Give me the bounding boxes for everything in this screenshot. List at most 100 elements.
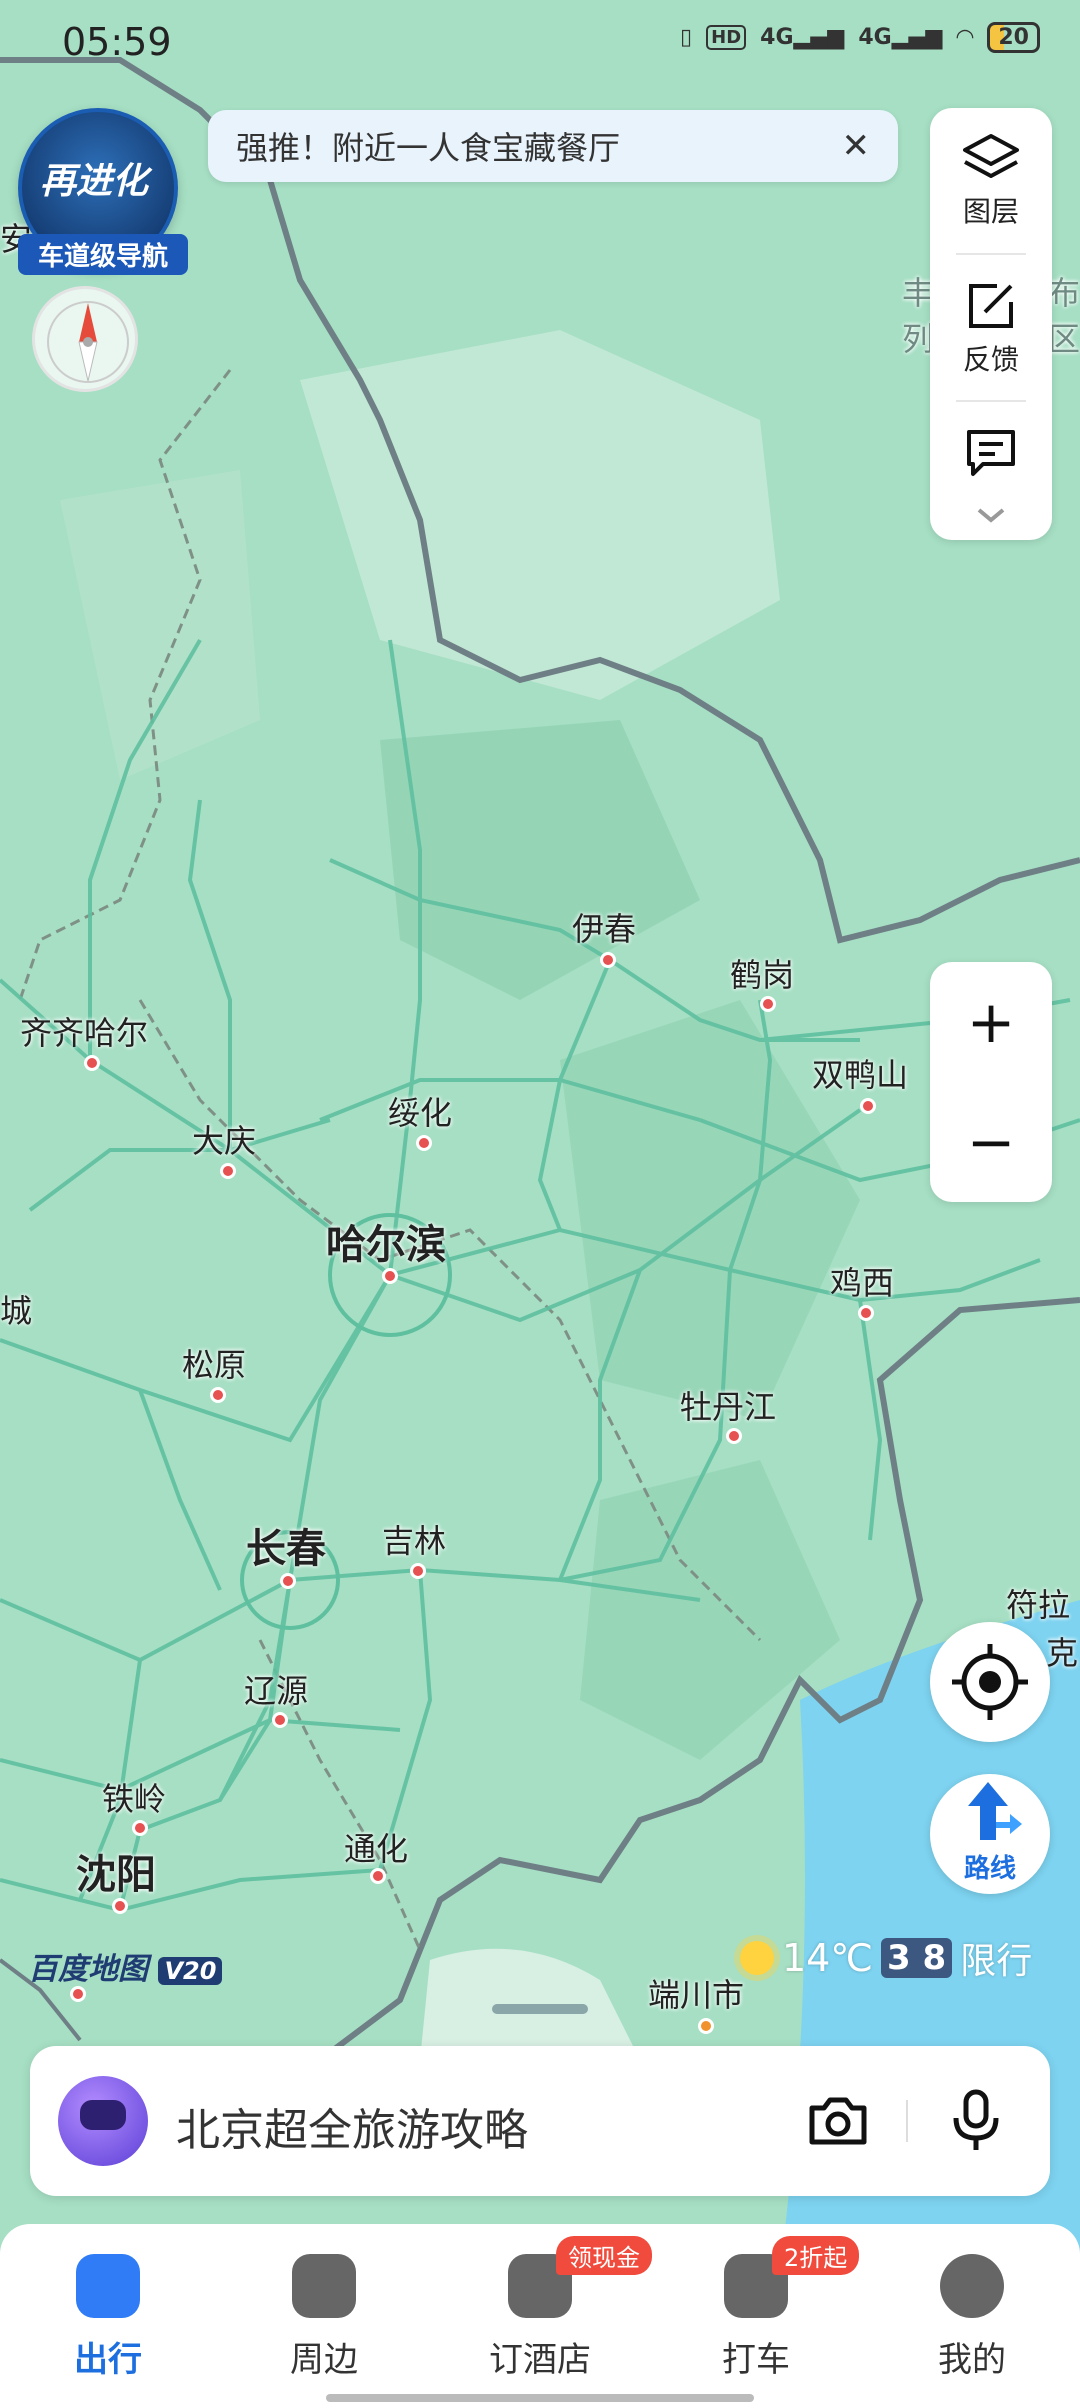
assistant-face-icon (80, 2100, 126, 2130)
tab-travel[interactable]: 出行 (28, 2254, 188, 2381)
promo-badge: 2折起 (772, 2236, 860, 2275)
map-label-daqing[interactable]: 大庆 (192, 1116, 256, 1162)
wifi-icon: ◠ (956, 25, 974, 50)
divider (956, 400, 1026, 402)
city-marker[interactable] (410, 1563, 426, 1579)
city-marker[interactable] (760, 996, 776, 1012)
map-tools-panel: 图层 反馈 (930, 108, 1052, 540)
layers-label: 图层 (962, 195, 1019, 228)
map-label-fula[interactable]: 符拉 (1006, 1580, 1070, 1626)
drag-handle[interactable] (492, 2004, 588, 2014)
vibrate-icon: ▯ (680, 25, 693, 50)
layers-icon (963, 134, 1019, 178)
assistant-avatar[interactable] (58, 2076, 148, 2166)
map-label-cheng[interactable]: 城 (0, 1286, 32, 1332)
hd-icon: HD (706, 25, 747, 50)
zoom-out-button[interactable]: − (930, 1082, 1052, 1202)
signal-icon: 4G▂▄▆ (760, 25, 845, 50)
temperature: 14℃ (782, 1936, 874, 1980)
search-bar[interactable]: 北京超全旅游攻略 (30, 2046, 1050, 2196)
map-label-ke[interactable]: 克 (1046, 1628, 1078, 1674)
tab-taxi[interactable]: 2折起 打车 (676, 2236, 860, 2381)
city-marker[interactable] (280, 1573, 296, 1589)
crosshair-icon (952, 1644, 1028, 1720)
city-marker[interactable] (220, 1163, 236, 1179)
city-marker[interactable] (84, 1055, 100, 1071)
map-label-songyuan[interactable]: 松原 (182, 1340, 246, 1386)
battery-icon: 20 (987, 22, 1040, 53)
city-marker[interactable] (600, 952, 616, 968)
zoom-in-button[interactable]: + (930, 962, 1052, 1082)
watermark-text: 百度地图 (28, 1952, 148, 1987)
route-arrow-icon (968, 1782, 1022, 1840)
city-marker[interactable] (858, 1305, 874, 1321)
compass-button[interactable] (32, 286, 138, 392)
map-label-jixi[interactable]: 鸡西 (830, 1258, 894, 1304)
map-label-tonghua[interactable]: 通化 (344, 1824, 408, 1870)
map-label-liaoyuan[interactable]: 辽源 (244, 1666, 308, 1712)
city-marker[interactable] (132, 1820, 148, 1836)
city-marker[interactable] (370, 1868, 386, 1884)
layers-button[interactable]: 图层 (930, 130, 1052, 230)
travel-icon (76, 2254, 140, 2318)
map-label-jilin[interactable]: 吉林 (382, 1516, 446, 1562)
edit-icon (969, 284, 1013, 328)
tab-label: 订酒店 (489, 2340, 591, 2380)
map-label-tieling[interactable]: 铁岭 (102, 1774, 166, 1820)
profile-icon (940, 2254, 1004, 2318)
close-icon[interactable]: ✕ (842, 126, 871, 166)
city-marker[interactable] (860, 1098, 876, 1114)
map-label-shenyang[interactable]: 沈阳 (76, 1842, 156, 1900)
map-label-hegang[interactable]: 鹤岗 (730, 950, 794, 996)
map-app: 伊春 鹤岗 齐齐哈尔 绥化 双鸭山 大庆 哈尔滨 鸡西 城 松原 牡丹江 长春 … (0, 0, 1080, 2408)
promo-text[interactable]: 强推！附近一人食宝藏餐厅 (236, 123, 842, 169)
home-indicator[interactable] (326, 2394, 754, 2402)
restriction-plate: 3 8 (881, 1938, 953, 1978)
city-marker[interactable] (416, 1135, 432, 1151)
city-marker[interactable] (70, 1986, 86, 2002)
sun-icon (740, 1941, 774, 1975)
compass-icon (47, 301, 129, 383)
camera-icon[interactable] (806, 2090, 870, 2150)
route-button[interactable]: 路线 (930, 1774, 1050, 1894)
map-label-shuangyashan[interactable]: 双鸭山 (812, 1050, 908, 1096)
divider (906, 2100, 908, 2142)
signal-icon: 4G▂▄▆ (858, 25, 943, 50)
city-marker[interactable] (112, 1898, 128, 1914)
message-button[interactable] (930, 424, 1052, 480)
map-label-qu[interactable]: 区 (1048, 314, 1080, 360)
promo-badge: 领现金 (556, 2236, 652, 2275)
map-label-qiqihar[interactable]: 齐齐哈尔 (20, 1008, 148, 1054)
tab-nearby[interactable]: 周边 (244, 2254, 404, 2381)
map-label-changchun[interactable]: 长春 (246, 1516, 326, 1574)
city-marker[interactable] (698, 2018, 714, 2034)
city-marker[interactable] (382, 1268, 398, 1284)
chevron-down-icon (977, 508, 1005, 523)
status-icons: ▯ HD 4G▂▄▆ 4G▂▄▆ ◠ 20 (680, 22, 1040, 53)
map-label-duanchuan[interactable]: 端川市 (648, 1970, 744, 2016)
city-marker[interactable] (210, 1387, 226, 1403)
tab-label: 周边 (290, 2340, 358, 2380)
map-label-mudanjiang[interactable]: 牡丹江 (680, 1382, 776, 1428)
city-marker[interactable] (272, 1712, 288, 1728)
weather-widget[interactable]: 14℃ 3 8 限行 (740, 1932, 1032, 1984)
map-label-harbin[interactable]: 哈尔滨 (326, 1212, 446, 1270)
status-bar: 05:59 ▯ HD 4G▂▄▆ 4G▂▄▆ ◠ 20 (0, 0, 1080, 90)
badge-title: 再进化 (40, 161, 149, 202)
promo-banner[interactable]: 强推！附近一人食宝藏餐厅 ✕ (208, 110, 898, 182)
restriction-label: 限行 (960, 1941, 1033, 1982)
divider (956, 253, 1026, 255)
lane-navigation-badge[interactable]: 再进化 车道级导航 (18, 108, 188, 275)
locate-button[interactable] (930, 1622, 1050, 1742)
zoom-control: + − (930, 962, 1052, 1202)
tab-me[interactable]: 我的 (892, 2254, 1052, 2381)
microphone-icon[interactable] (948, 2088, 1004, 2154)
tab-hotel[interactable]: 领现金 订酒店 (460, 2236, 652, 2381)
city-marker[interactable] (726, 1428, 742, 1444)
feedback-button[interactable]: 反馈 (930, 278, 1052, 378)
map-label-suihua[interactable]: 绥化 (388, 1088, 452, 1134)
expand-tools-button[interactable] (930, 504, 1052, 528)
map-label-yichun[interactable]: 伊春 (572, 904, 636, 950)
search-input[interactable]: 北京超全旅游攻略 (176, 2094, 528, 2158)
map-label-bu[interactable]: 布 (1048, 268, 1080, 314)
